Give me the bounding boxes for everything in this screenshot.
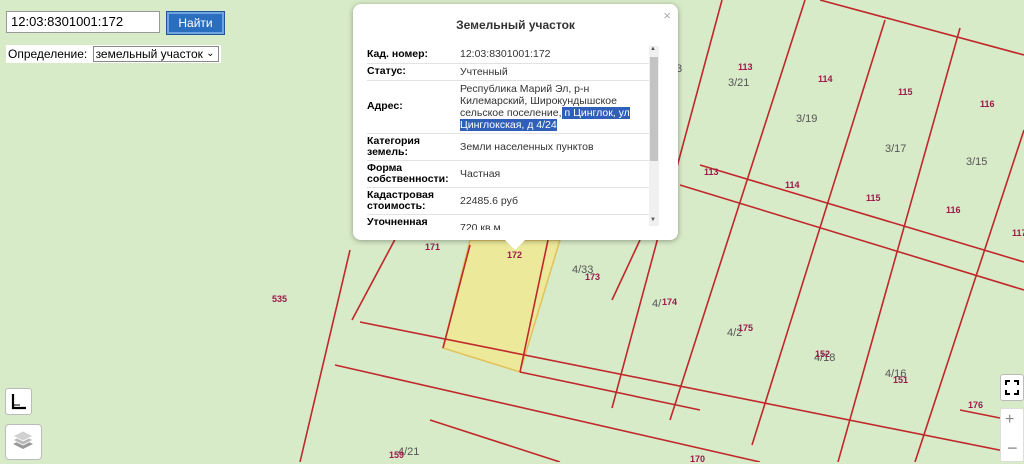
table-row: Статус: Учтенный (367, 63, 655, 81)
chevron-down-icon: ⌄ (206, 48, 215, 59)
label-113b: 113 (704, 167, 719, 177)
row-key: Статус: (367, 63, 457, 81)
label-151: 151 (893, 375, 908, 385)
label-159: 159 (389, 450, 404, 460)
layers-button[interactable] (5, 424, 42, 460)
label-114a: 114 (818, 74, 833, 84)
label-173: 173 (585, 272, 600, 282)
label-4-partial: 4/ (652, 298, 662, 310)
fullscreen-button[interactable] (1000, 374, 1024, 401)
ruler-icon (11, 394, 26, 410)
definition-select[interactable]: земельный участок ⌄ (92, 46, 219, 62)
label-115a: 115 (898, 87, 913, 97)
row-key: Форма собственности: (367, 160, 457, 188)
label-176: 176 (968, 400, 983, 410)
parcel-info-table: Кад. номер: 12:03:8301001:172 Статус: Уч… (367, 46, 655, 230)
table-row: Форма собственности: Частная (367, 160, 655, 188)
table-row: Адрес: Республика Марий Эл, р-н Килемарс… (367, 80, 655, 134)
label-116b: 116 (946, 205, 961, 215)
popup-pointer (504, 239, 526, 250)
table-row: Кад. номер: 12:03:8301001:172 (367, 46, 655, 64)
zoom-in-button[interactable]: + (1005, 411, 1014, 429)
row-key: Уточненная площадь: (367, 214, 457, 230)
popup-scrollbar-thumb[interactable] (650, 57, 658, 161)
label-535: 535 (272, 294, 287, 304)
label-115b: 115 (866, 193, 881, 203)
parcel-info-popup: Земельный участок × Кад. номер: 12:03:83… (353, 4, 678, 240)
label-172: 172 (507, 250, 522, 260)
label-174: 174 (662, 297, 677, 307)
row-key: Кадастровая стоимость: (367, 187, 457, 215)
label-3-19: 3/19 (796, 113, 817, 125)
ruler-tool-button[interactable] (5, 388, 32, 415)
label-171: 171 (425, 242, 440, 252)
row-key: Кад. номер: (367, 46, 457, 64)
scroll-up-icon[interactable]: ▲ (650, 46, 656, 52)
close-icon[interactable]: × (663, 8, 671, 23)
row-value: 12:03:8301001:172 (457, 46, 655, 64)
label-117: 117 (1012, 228, 1024, 238)
fullscreen-icon (1005, 380, 1019, 395)
definition-selected-value: земельный участок (95, 47, 203, 61)
label-116a: 116 (980, 99, 995, 109)
row-key: Категория земель: (367, 133, 457, 161)
label-114b: 114 (785, 180, 800, 190)
row-value: Земли населенных пунктов (457, 133, 655, 161)
label-3-15: 3/15 (966, 156, 987, 168)
scroll-down-icon[interactable]: ▼ (650, 217, 656, 223)
row-value: 22485.6 руб (457, 187, 655, 215)
popup-title: Земельный участок (456, 18, 575, 32)
zoom-out-button[interactable]: − (1007, 438, 1018, 459)
table-row: Уточненная площадь: 720 кв.м (367, 214, 655, 230)
label-3-17: 3/17 (885, 143, 906, 155)
label-175: 175 (738, 323, 753, 333)
row-value: 720 кв.м (457, 214, 655, 230)
label-152: 152 (815, 349, 830, 359)
label-113a: 113 (738, 62, 753, 72)
layers-icon (12, 430, 34, 449)
definition-label: Определение: (8, 47, 88, 61)
cadastral-search-input[interactable]: 12:03:8301001:172 (6, 11, 160, 33)
table-row: Категория земель: Земли населенных пункт… (367, 133, 655, 161)
label-170: 170 (690, 454, 705, 462)
label-3-21: 3/21 (728, 77, 749, 89)
row-value: Частная (457, 160, 655, 188)
popup-body: Кад. номер: 12:03:8301001:172 Статус: Уч… (367, 46, 660, 230)
table-row: Кадастровая стоимость: 22485.6 руб (367, 187, 655, 215)
row-value: Учтенный (457, 63, 655, 81)
row-key: Адрес: (367, 80, 457, 134)
search-button[interactable]: Найти (166, 11, 225, 35)
definition-control: Определение: земельный участок ⌄ (6, 45, 221, 63)
row-value: Республика Марий Эл, р-н Килемарский, Ши… (457, 80, 655, 134)
